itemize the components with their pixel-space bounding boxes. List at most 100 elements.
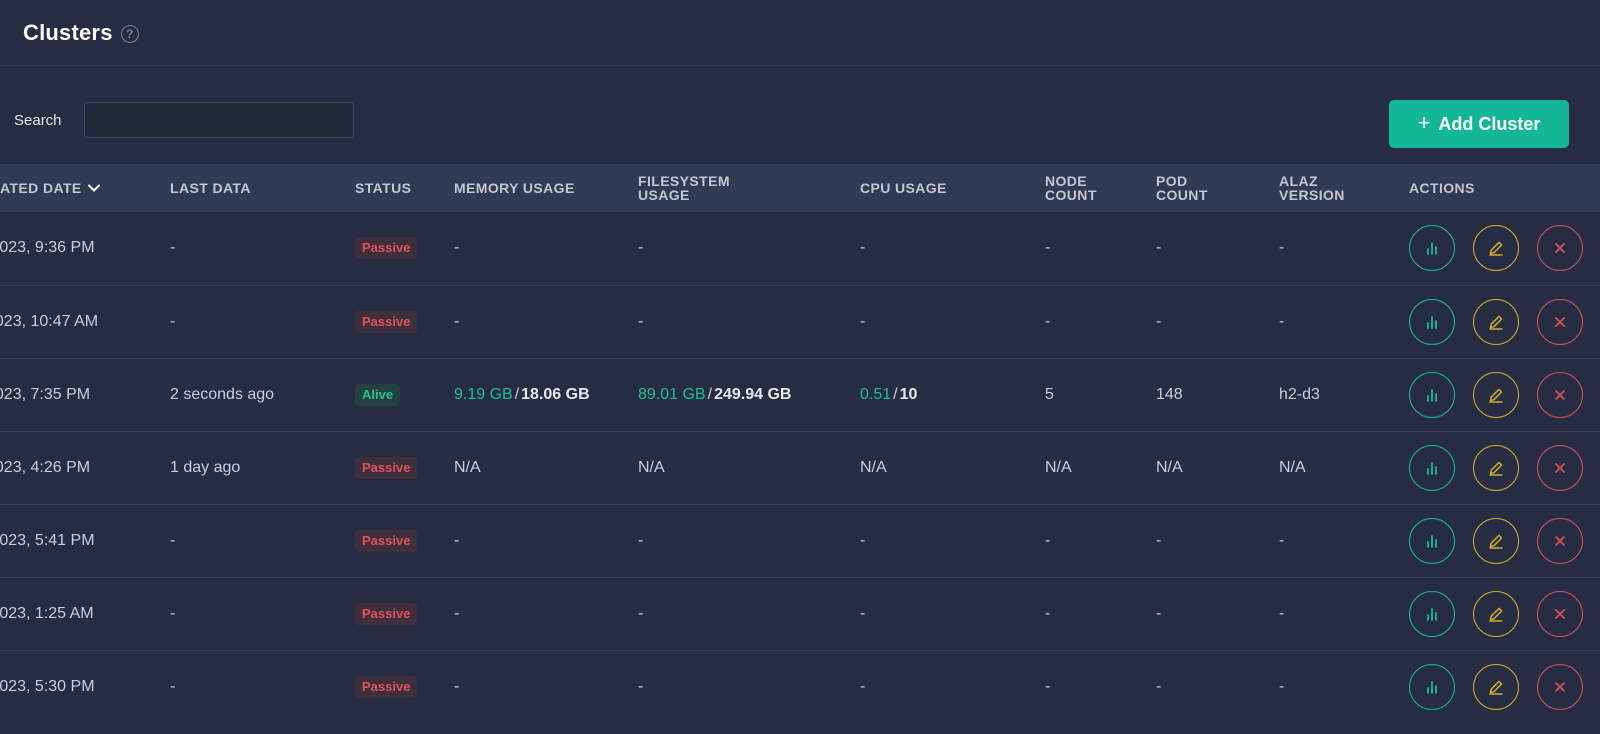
cell-created-date: /2023, 5:41 PM [0,531,95,549]
column-pod-count[interactable]: POD COUNT [1156,164,1279,212]
close-icon [1555,535,1565,546]
edit-cluster-button[interactable] [1473,517,1519,564]
cell-last-data: - [170,239,176,257]
table-body: /2023, 9:36 PM - Passive - - - - - - 202… [0,212,1600,723]
add-cluster-button[interactable]: + Add Cluster [1389,100,1569,148]
cell-last-data: - [170,531,176,549]
memory-total-value: 18.06 GB [521,385,590,403]
cpu-used-value: 0.51 [860,385,892,403]
delete-cluster-button[interactable] [1537,663,1583,710]
view-stats-button[interactable] [1409,517,1455,564]
view-stats-button[interactable] [1409,590,1455,637]
column-cpu-usage[interactable]: CPU USAGE [860,164,1045,212]
cell-pod-count: - [1156,312,1162,330]
view-stats-button[interactable] [1409,371,1455,418]
cell-status: Passive [355,577,454,650]
memory-used-value: 9.19 GB [454,385,513,403]
pencil-icon [1489,607,1503,622]
view-stats-button[interactable] [1409,225,1455,272]
view-stats-button[interactable] [1409,663,1455,710]
table-row[interactable]: 2023, 4:26 PM 1 day ago Passive N/A N/A … [0,431,1600,504]
column-created-date[interactable]: ATED DATE [0,164,170,212]
status-badge: Passive [355,675,418,698]
edit-cluster-button[interactable] [1473,371,1519,418]
close-icon [1555,316,1565,327]
cpu-total-value: 10 [899,385,918,403]
pencil-icon [1489,388,1503,403]
edit-cluster-button[interactable] [1473,225,1519,272]
cell-memory-usage: N/A [454,458,481,476]
cell-filesystem-usage: N/A [638,458,665,476]
delete-cluster-button[interactable] [1537,225,1583,272]
table-row[interactable]: /2023, 5:30 PM - Passive - - - - - - [0,650,1600,723]
cell-cpu-usage: - [860,531,866,549]
separator: / [707,385,713,403]
column-filesystem-usage[interactable]: FILESYSTEM USAGE [638,164,860,212]
delete-cluster-button[interactable] [1537,444,1583,491]
delete-cluster-button[interactable] [1537,298,1583,345]
column-memory-usage[interactable]: MEMORY USAGE [454,164,638,212]
cell-node-count: N/A [1045,458,1072,476]
column-alaz-version[interactable]: ALAZ VERSION [1279,164,1409,212]
cell-cpu-usage: - [860,239,866,257]
cell-last-data: - [170,677,176,695]
cell-memory-usage: - [454,312,460,330]
edit-cluster-button[interactable] [1473,663,1519,710]
edit-cluster-button[interactable] [1473,590,1519,637]
table-row[interactable]: /2023, 1:25 AM - Passive - - - - - - [0,577,1600,650]
search-label: Search [14,112,62,129]
status-badge: Passive [355,237,418,260]
table-row[interactable]: /2023, 9:36 PM - Passive - - - - - - [0,212,1600,285]
cell-pod-count: N/A [1156,458,1183,476]
table-row[interactable]: 2023, 10:47 AM - Passive - - - - - - [0,285,1600,358]
cell-created-date: /2023, 9:36 PM [0,239,95,257]
cell-created-date: /2023, 1:25 AM [0,604,94,622]
status-badge: Passive [355,529,418,552]
view-stats-button[interactable] [1409,444,1455,491]
view-stats-button[interactable] [1409,298,1455,345]
cell-status: Passive [355,650,454,723]
bar-chart-icon [1427,315,1437,329]
bar-chart-icon [1427,242,1437,256]
delete-cluster-button[interactable] [1537,590,1583,637]
cell-actions [1409,577,1600,650]
cell-node-count: - [1045,239,1051,257]
column-node-count[interactable]: NODE COUNT [1045,164,1156,212]
cell-pod-count: - [1156,531,1162,549]
cell-actions [1409,431,1600,504]
question-circle-icon[interactable]: ? [120,24,139,43]
cell-filesystem-usage: - [638,604,644,622]
close-icon [1555,462,1565,473]
cell-alaz-version: h2-d3 [1279,385,1320,403]
column-status[interactable]: STATUS [355,164,454,212]
plus-icon: + [1417,110,1431,135]
pencil-icon [1489,241,1503,256]
cell-alaz-version: - [1279,677,1285,695]
cell-actions [1409,650,1600,723]
separator: / [514,385,520,403]
delete-cluster-button[interactable] [1537,517,1583,564]
cell-node-count: - [1045,604,1051,622]
search-input[interactable] [84,102,354,138]
add-cluster-label: Add Cluster [1438,113,1541,134]
delete-cluster-button[interactable] [1537,371,1583,418]
pencil-icon [1489,680,1503,695]
status-badge: Alive [355,383,401,406]
cell-alaz-version: - [1279,604,1285,622]
bar-chart-icon [1427,461,1437,475]
cell-filesystem-usage: - [638,677,644,695]
cell-created-date: /2023, 5:30 PM [0,677,95,695]
cell-filesystem-usage: - [638,531,644,549]
table-row[interactable]: /2023, 5:41 PM - Passive - - - - - - [0,504,1600,577]
clusters-page: Clusters ? Search + Add Cluster ATED DAT… [0,0,1600,734]
chevron-down-icon[interactable] [87,184,100,192]
edit-cluster-button[interactable] [1473,444,1519,491]
cell-actions [1409,212,1600,285]
table-row[interactable]: 2023, 7:35 PM 2 seconds ago Alive 9.19 G… [0,358,1600,431]
edit-cluster-button[interactable] [1473,298,1519,345]
column-last-data[interactable]: LAST DATA [170,164,355,212]
cell-alaz-version: N/A [1279,458,1306,476]
filesystem-total-value: 249.94 GB [714,385,792,403]
page-header: Clusters ? [0,0,1600,66]
cell-status: Passive [355,431,454,504]
